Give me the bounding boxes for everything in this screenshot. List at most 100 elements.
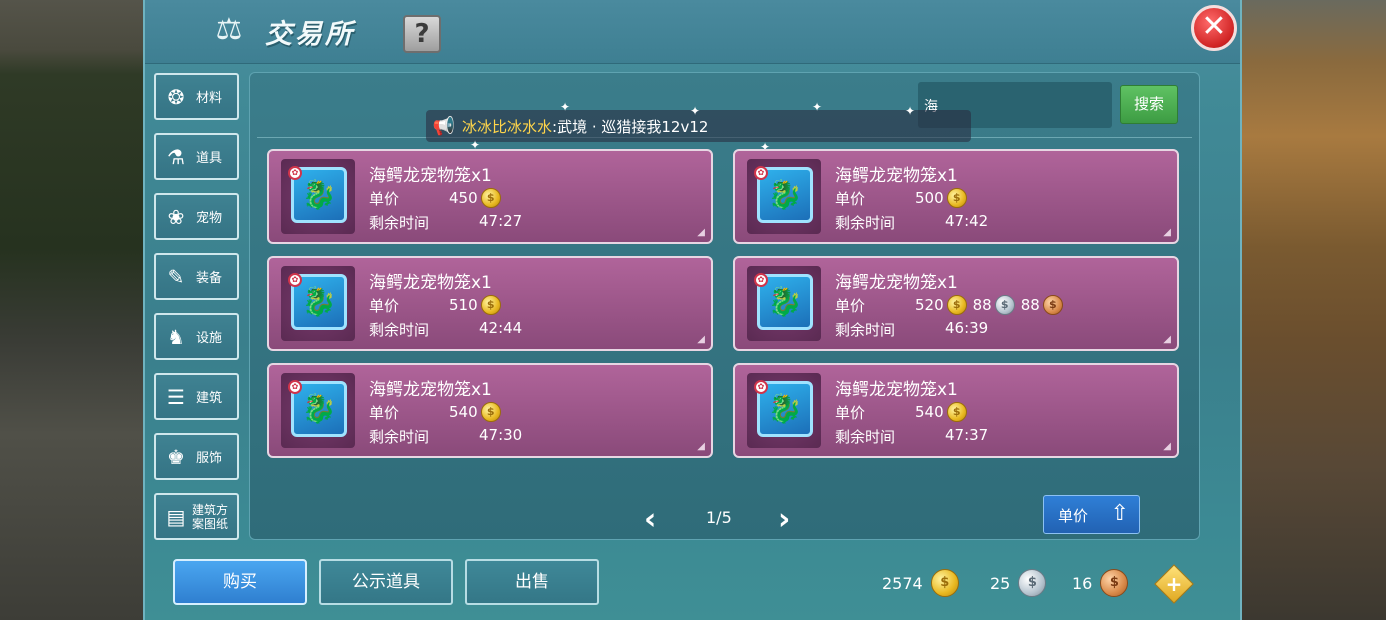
item-name: 海鳄龙宠物笼x1 bbox=[369, 166, 492, 186]
corner-decoration-icon: ◢ bbox=[697, 334, 705, 345]
next-page-button[interactable]: › bbox=[778, 502, 790, 537]
sparkle-icon: ✦ bbox=[905, 104, 916, 118]
listing-card[interactable]: 🐉 ✿ 海鳄龙宠物笼x1 单价 540 $ 剩余时间 47:30 ◢ bbox=[267, 363, 713, 458]
item-name: 海鳄龙宠物笼x1 bbox=[835, 273, 958, 293]
sort-by-price-button[interactable]: 单价 ⇧ bbox=[1043, 495, 1140, 534]
props-icon: ⚗ bbox=[167, 144, 185, 169]
price-label: 单价 bbox=[835, 190, 866, 208]
prev-page-button[interactable]: ‹ bbox=[644, 502, 656, 537]
listing-card[interactable]: 🐉 ✿ 海鳄龙宠物笼x1 单价 510 $ 剩余时间 42:44 ◢ bbox=[267, 256, 713, 351]
corner-decoration-icon: ◢ bbox=[1163, 441, 1171, 452]
pet-badge-icon: ✿ bbox=[288, 273, 302, 287]
time-remaining-label: 剩余时间 bbox=[835, 321, 896, 339]
gold-coin-icon: $ bbox=[480, 402, 501, 422]
sort-arrow-icon: ⇧ bbox=[1110, 501, 1129, 526]
price-value: 540 $ bbox=[915, 402, 967, 422]
price-value: 520 $88 $88 $ bbox=[915, 295, 1063, 315]
gold-coin-icon: $ bbox=[946, 188, 967, 208]
tab-public-items[interactable]: 公示道具 bbox=[319, 559, 453, 605]
sidebar-item-label: 服饰 bbox=[196, 451, 223, 466]
game-background-right bbox=[1236, 0, 1386, 620]
gold-price: 520 bbox=[915, 296, 944, 314]
pet-badge-icon: ✿ bbox=[754, 380, 768, 394]
sidebar-item-3[interactable]: ✎ 装备 bbox=[154, 253, 239, 300]
time-remaining: 47:42 bbox=[945, 212, 989, 230]
sidebar-item-label: 装备 bbox=[196, 271, 223, 286]
sidebar-item-label: 宠物 bbox=[196, 211, 223, 226]
clothing-icon: ♚ bbox=[167, 444, 185, 469]
gold-amount: 2574 bbox=[882, 573, 923, 593]
corner-decoration-icon: ◢ bbox=[697, 227, 705, 238]
pet-badge-icon: ✿ bbox=[754, 273, 768, 287]
item-name: 海鳄龙宠物笼x1 bbox=[835, 380, 958, 400]
gold-price: 540 bbox=[915, 403, 944, 421]
gold-price: 500 bbox=[915, 189, 944, 207]
sidebar-item-0[interactable]: ❂ 材料 bbox=[154, 73, 239, 120]
facility-icon: ♞ bbox=[167, 324, 185, 349]
time-remaining: 47:30 bbox=[479, 426, 523, 444]
gold-coin-icon: $ bbox=[946, 295, 967, 315]
time-remaining: 46:39 bbox=[945, 319, 989, 337]
gold-price: 540 bbox=[449, 403, 478, 421]
sidebar-item-1[interactable]: ⚗ 道具 bbox=[154, 133, 239, 180]
paw-icon: ❀ bbox=[167, 204, 185, 229]
listing-card[interactable]: 🐉 ✿ 海鳄龙宠物笼x1 单价 520 $88 $88 $ 剩余时间 46:39 ◢ bbox=[733, 256, 1179, 351]
listing-card[interactable]: 🐉 ✿ 海鳄龙宠物笼x1 单价 500 $ 剩余时间 47:42 ◢ bbox=[733, 149, 1179, 244]
window-title: 交易所 bbox=[265, 19, 355, 50]
game-background-left bbox=[0, 0, 150, 620]
sidebar-item-5[interactable]: ☰ 建筑 bbox=[154, 373, 239, 420]
sidebar-item-2[interactable]: ❀ 宠物 bbox=[154, 193, 239, 240]
scales-icon: ⚖ bbox=[215, 12, 243, 47]
time-remaining-label: 剩余时间 bbox=[369, 321, 430, 339]
silver-amount: 25 bbox=[990, 573, 1011, 593]
pet-badge-icon: ✿ bbox=[754, 166, 768, 180]
price-value: 540 $ bbox=[449, 402, 501, 422]
bronze-amount: 16 bbox=[1072, 573, 1093, 593]
price-label: 单价 bbox=[835, 297, 866, 315]
price-value: 500 $ bbox=[915, 188, 967, 208]
building-icon: ☰ bbox=[167, 384, 185, 409]
gold-coin-icon: $ bbox=[480, 295, 501, 315]
listing-card[interactable]: 🐉 ✿ 海鳄龙宠物笼x1 单价 450 $ 剩余时间 47:27 ◢ bbox=[267, 149, 713, 244]
materials-icon: ❂ bbox=[167, 84, 185, 109]
price-value: 450 $ bbox=[449, 188, 501, 208]
sidebar-item-6[interactable]: ♚ 服饰 bbox=[154, 433, 239, 480]
sidebar-item-label: 设施 bbox=[196, 331, 223, 346]
bronze-coin-icon: $ bbox=[1100, 569, 1129, 597]
sort-label: 单价 bbox=[1058, 507, 1089, 525]
item-name: 海鳄龙宠物笼x1 bbox=[835, 166, 958, 186]
price-label: 单价 bbox=[835, 404, 866, 422]
price-value: 510 $ bbox=[449, 295, 501, 315]
sidebar-item-label: 建筑 bbox=[196, 391, 223, 406]
sidebar-item-label: 道具 bbox=[196, 151, 223, 166]
sidebar-item-label: 建筑方 案图纸 bbox=[192, 502, 229, 531]
corner-decoration-icon: ◢ bbox=[1163, 334, 1171, 345]
sparkle-icon: ✦ bbox=[560, 100, 571, 114]
item-name: 海鳄龙宠物笼x1 bbox=[369, 273, 492, 293]
tab-sell[interactable]: 出售 bbox=[465, 559, 599, 605]
equipment-icon: ✎ bbox=[167, 264, 185, 289]
time-remaining-label: 剩余时间 bbox=[369, 214, 430, 232]
megaphone-icon: 📢 bbox=[432, 115, 456, 137]
time-remaining: 47:37 bbox=[945, 426, 989, 444]
item-name: 海鳄龙宠物笼x1 bbox=[369, 380, 492, 400]
time-remaining-label: 剩余时间 bbox=[835, 214, 896, 232]
gold-price: 510 bbox=[449, 296, 478, 314]
broadcast-message: :武境 · 巡猎接我12v12 bbox=[552, 117, 709, 136]
sidebar-item-4[interactable]: ♞ 设施 bbox=[154, 313, 239, 360]
sparkle-icon: ✦ bbox=[812, 100, 823, 114]
sidebar-item-7[interactable]: ▤ 建筑方 案图纸 bbox=[154, 493, 239, 540]
blueprint-icon: ▤ bbox=[166, 504, 186, 529]
tab-buy[interactable]: 购买 bbox=[173, 559, 307, 605]
price-label: 单价 bbox=[369, 404, 400, 422]
help-button[interactable]: ? bbox=[403, 15, 441, 53]
broadcast-sender[interactable]: 冰冰比冰水水 bbox=[462, 116, 552, 137]
search-button[interactable]: 搜索 bbox=[1120, 85, 1178, 124]
close-button[interactable]: ✕ bbox=[1191, 5, 1237, 51]
title-bar: ⚖ 交易所 ? bbox=[145, 0, 1240, 64]
silver-coin-icon: $ bbox=[1018, 569, 1047, 597]
listing-card[interactable]: 🐉 ✿ 海鳄龙宠物笼x1 单价 540 $ 剩余时间 47:37 ◢ bbox=[733, 363, 1179, 458]
price-label: 单价 bbox=[369, 190, 400, 208]
corner-decoration-icon: ◢ bbox=[697, 441, 705, 452]
silver-balance: 25 $ bbox=[990, 569, 1047, 597]
